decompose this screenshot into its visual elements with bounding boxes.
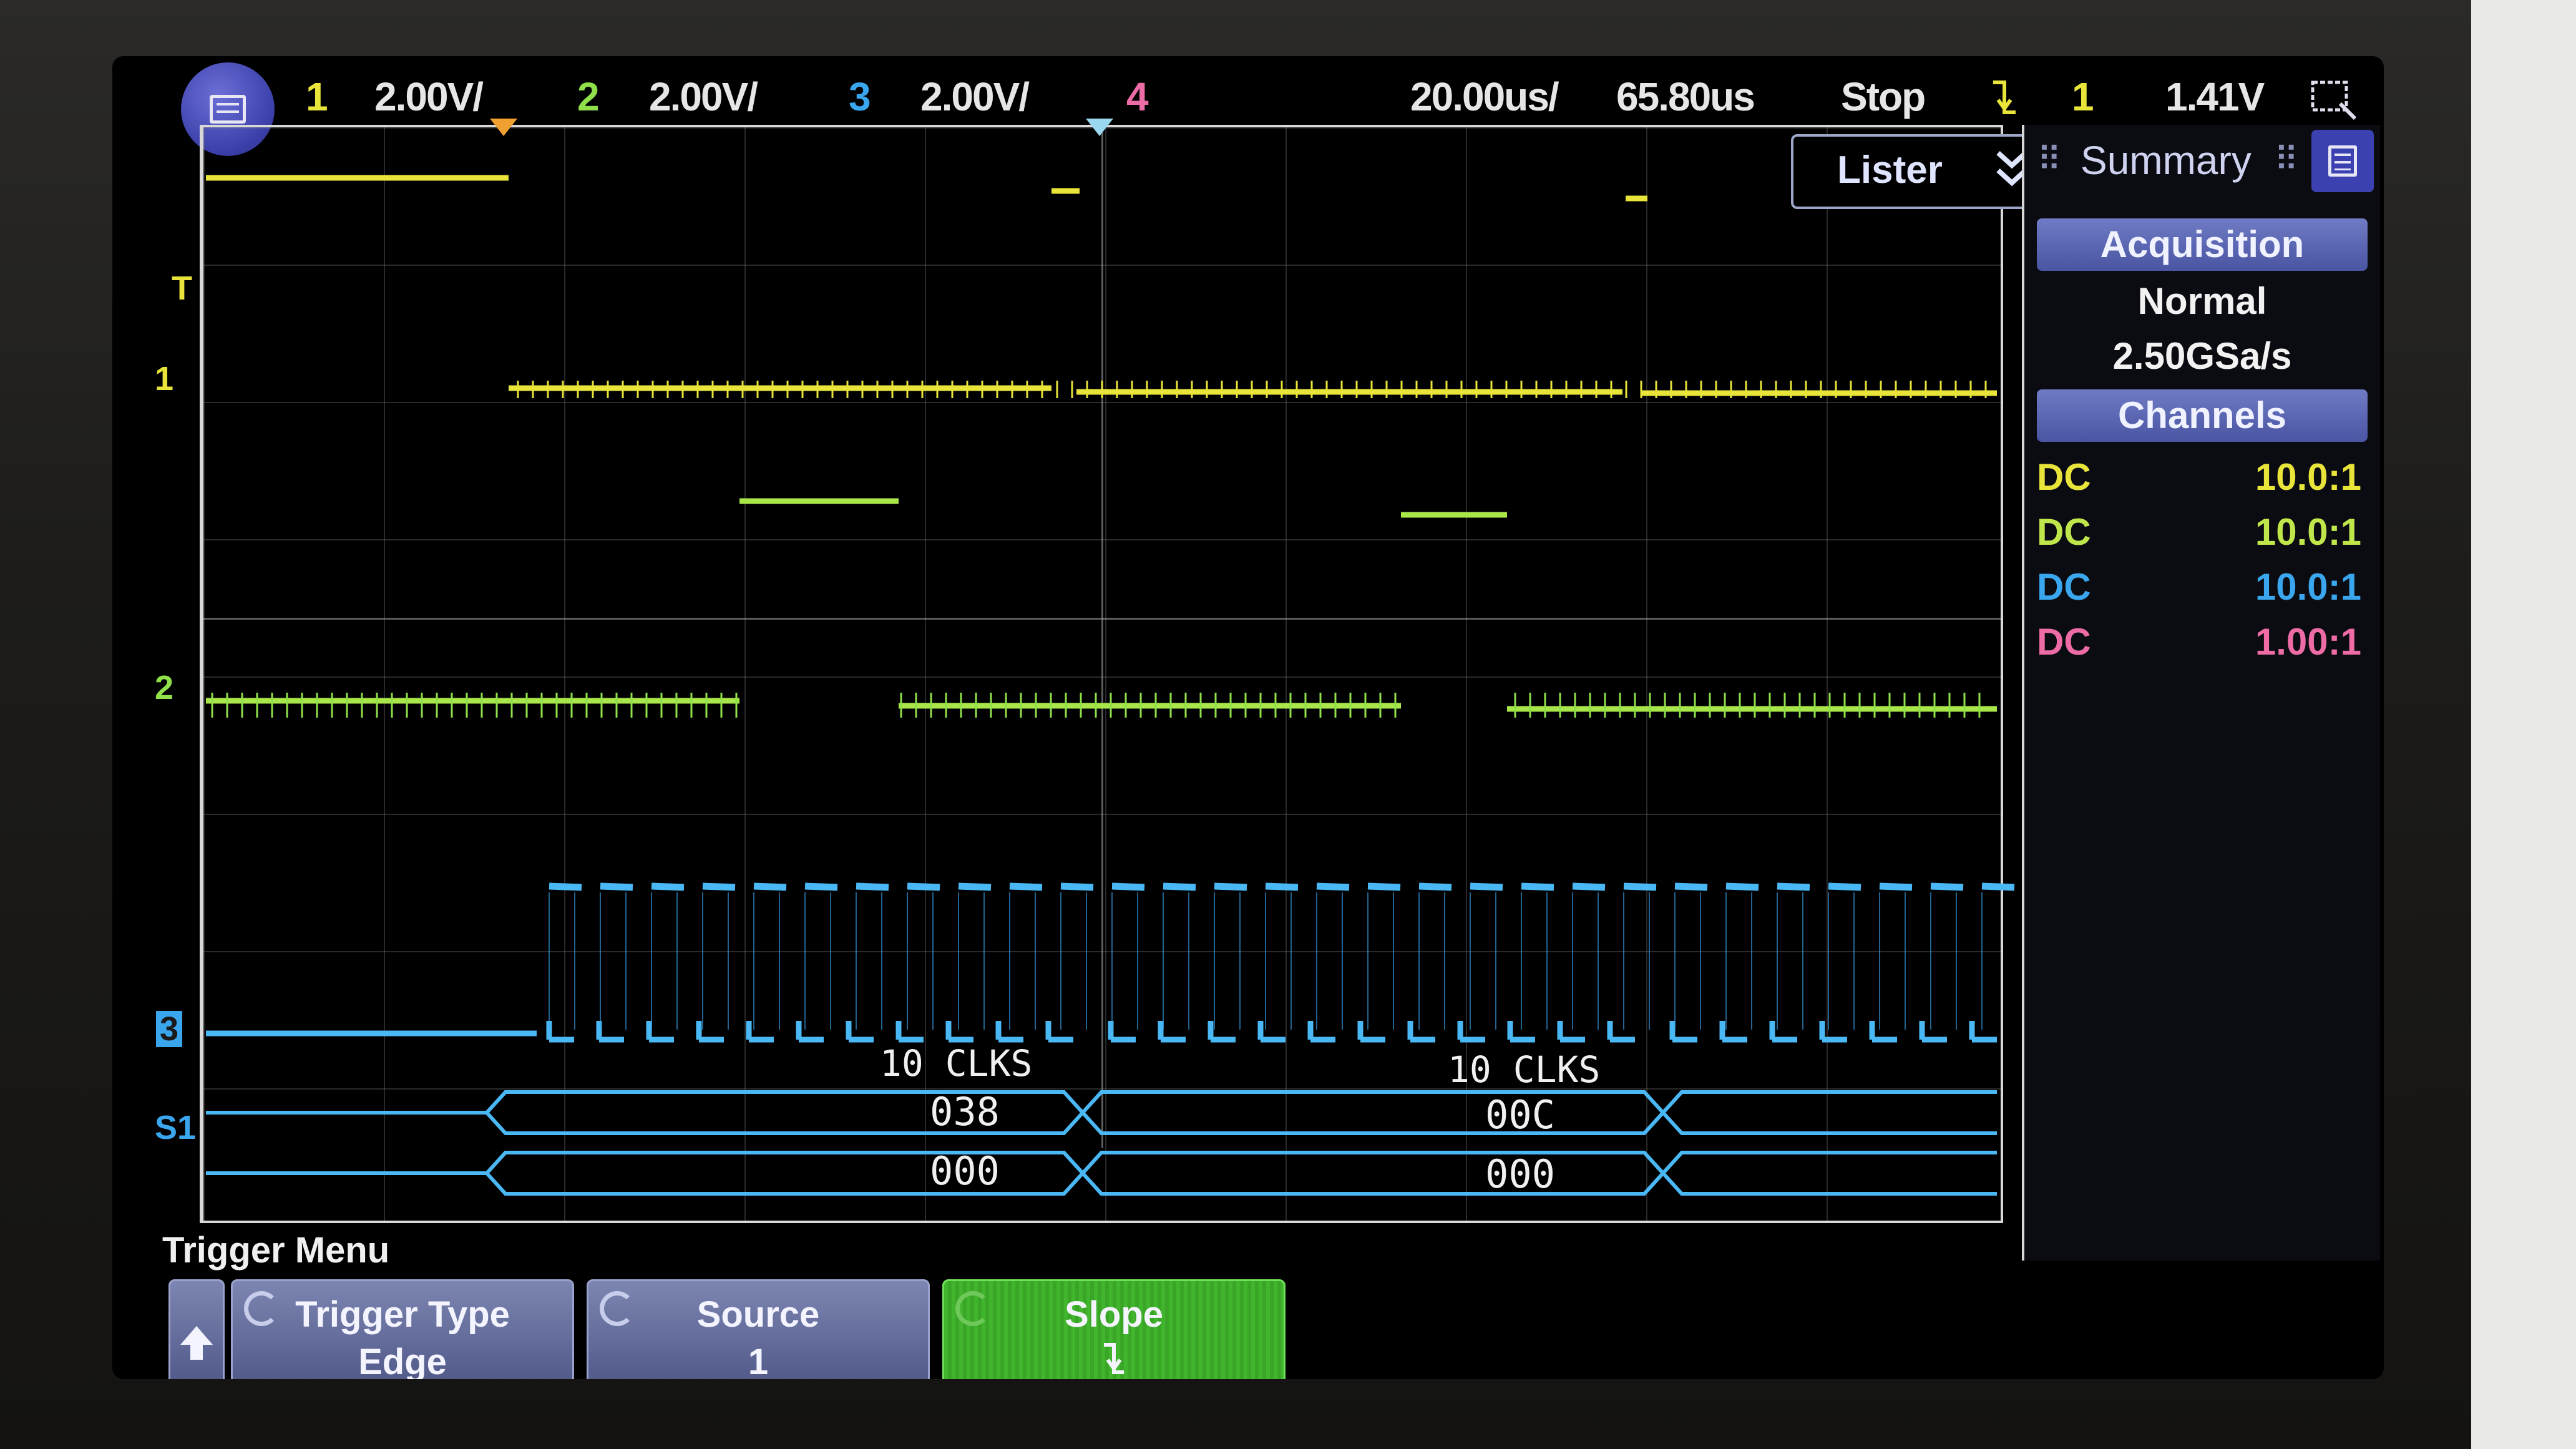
up-arrow-icon — [180, 1326, 213, 1360]
channel-row-2: DC 10.0:1 — [2037, 510, 2368, 563]
ch3-probe: 10.0:1 — [2255, 566, 2361, 608]
ch3-clock-dash — [1725, 882, 1759, 891]
ch3-trace-upper — [549, 882, 2015, 891]
ch3-clock-dash — [1930, 882, 1964, 891]
lister-label: Lister — [1837, 149, 1943, 192]
ch3-clock-dash — [804, 882, 838, 891]
back-button[interactable] — [168, 1279, 225, 1379]
ch3-clock-dash — [1879, 882, 1913, 891]
ch1-probe: 10.0:1 — [2255, 456, 2361, 498]
ch3-clock-dash — [1214, 882, 1247, 891]
serial-bus-row1 — [206, 1090, 1997, 1135]
ch3-clock-dash — [907, 882, 940, 891]
ch3-clock-dash — [1060, 882, 1094, 891]
source-softkey[interactable]: Source 1 — [587, 1279, 930, 1379]
oscilloscope-screen: 1 2.00V/ 2 2.00V/ 3 2.00V/ 4 20.00us/ 65… — [112, 56, 2384, 1379]
ch3-clock-dash — [856, 882, 889, 891]
ch4-coupling: DC — [2037, 621, 2091, 663]
summary-menu-button[interactable] — [2311, 130, 2374, 192]
ch3-clock-dash — [1111, 882, 1145, 891]
slope-softkey[interactable]: Slope — [942, 1279, 1286, 1379]
ch3-clock-dash — [651, 882, 685, 891]
decode-word-row1-1: 038 — [930, 1089, 1000, 1134]
ch3-clock-dash — [1572, 882, 1606, 891]
acquisition-header: Acquisition — [2037, 218, 2368, 271]
summary-title: Summary — [2081, 138, 2252, 183]
channel-row-1: DC 10.0:1 — [2037, 456, 2368, 508]
ch3-clock-dash — [1418, 882, 1452, 891]
trigger-type-value: Edge — [358, 1342, 447, 1379]
ch3-clock-dash — [549, 882, 582, 891]
ch3-clock-dash — [1367, 882, 1401, 891]
ch2-noise-ticks — [211, 693, 1981, 718]
softkey-menu-title: Trigger Menu — [162, 1230, 390, 1271]
summary-panel-header: ⠿ Summary ⠿ — [2024, 125, 2380, 206]
ch3-clock-dash — [1623, 882, 1657, 891]
trigger-type-softkey[interactable]: Trigger Type Edge — [231, 1279, 574, 1379]
slope-value — [944, 1341, 1284, 1379]
trigger-type-label: Trigger Type — [295, 1294, 510, 1335]
decode-annotation-1: 10 CLKS — [880, 1042, 1033, 1085]
decode-word-row1-2: 00C — [1485, 1092, 1555, 1138]
ch2-trace — [206, 498, 1997, 712]
summary-panel: ⠿ Summary ⠿ Acquisition Normal 2.50GSa/s… — [2022, 125, 2380, 1261]
ch3-clock-dash — [1163, 882, 1196, 891]
lister-button[interactable]: Lister — [1791, 134, 2059, 209]
ch3-clock-dash — [958, 882, 992, 891]
ch2-probe: 10.0:1 — [2255, 511, 2361, 553]
ch1-trace — [206, 175, 1997, 396]
channel-row-4: DC 1.00:1 — [2037, 620, 2368, 673]
ch4-probe: 1.00:1 — [2255, 621, 2361, 663]
grip-icon[interactable]: ⠿ — [2274, 140, 2299, 179]
ch3-clock-dash — [600, 882, 633, 891]
ch3-clock-dash — [1521, 882, 1554, 891]
ch3-clock-dash — [1777, 882, 1810, 891]
decode-word-row2-1: 000 — [930, 1148, 1000, 1194]
acquisition-mode: Normal — [2137, 280, 2267, 322]
ch2-coupling: DC — [2037, 511, 2091, 553]
channels-header: Channels — [2037, 389, 2368, 442]
ch1-coupling: DC — [2037, 456, 2091, 498]
decode-word-row2-2: 000 — [1485, 1151, 1555, 1197]
source-label: Source — [696, 1294, 820, 1335]
channel-row-3: DC 10.0:1 — [2037, 565, 2368, 618]
background-wall — [2471, 0, 2576, 1449]
list-icon — [2328, 145, 2357, 177]
source-value: 1 — [748, 1342, 769, 1379]
grip-icon[interactable]: ⠿ — [2037, 140, 2062, 179]
ch3-edge-ticks — [549, 892, 1983, 1030]
ch3-clock-dash — [753, 882, 787, 891]
ch3-clock-dash — [1316, 882, 1350, 891]
slope-label: Slope — [1065, 1294, 1163, 1335]
ch3-clock-dash — [1265, 882, 1299, 891]
ch3-clock-dash — [1470, 882, 1503, 891]
serial-bus-row2 — [206, 1151, 1997, 1196]
ch3-clock-dash — [1674, 882, 1708, 891]
falling-edge-icon — [1104, 1343, 1124, 1374]
ch3-clock-dash — [1009, 882, 1043, 891]
ch3-clock-dash — [1981, 882, 2015, 891]
ch3-trace-lower — [206, 1021, 1997, 1043]
ch3-clock-dash — [1828, 882, 1861, 891]
sample-rate: 2.50GSa/s — [2112, 335, 2292, 377]
ch3-coupling: DC — [2037, 566, 2091, 608]
ch3-clock-dash — [702, 882, 736, 891]
decode-annotation-2: 10 CLKS — [1448, 1048, 1601, 1091]
